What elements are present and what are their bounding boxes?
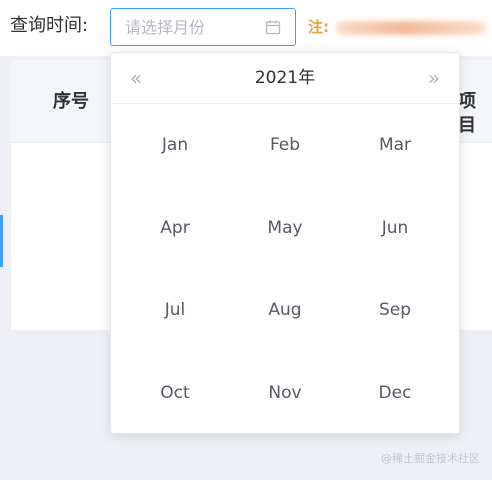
month-picker-popup: « 2021年 » Jan Feb Mar Apr May Jun Jul Au…	[110, 52, 460, 434]
month-cell-jan[interactable]: Jan	[120, 104, 230, 187]
month-input-field[interactable]	[111, 9, 275, 45]
month-cell-oct[interactable]: Oct	[120, 352, 230, 435]
query-time-label: 查询时间:	[10, 15, 89, 36]
side-accent-bar	[0, 215, 3, 267]
month-select-input[interactable]	[110, 8, 296, 46]
month-cell-apr[interactable]: Apr	[120, 187, 230, 270]
month-cell-dec[interactable]: Dec	[340, 352, 450, 435]
column-header-index: 序号	[53, 91, 89, 112]
query-bar: 查询时间: 注:	[0, 0, 492, 56]
year-label[interactable]: 2021年	[111, 66, 459, 90]
month-cell-jul[interactable]: Jul	[120, 269, 230, 352]
month-cell-aug[interactable]: Aug	[230, 269, 340, 352]
picker-header: « 2021年 »	[111, 53, 459, 104]
month-cell-may[interactable]: May	[230, 187, 340, 270]
month-cell-sep[interactable]: Sep	[340, 269, 450, 352]
watermark: @稀土掘金技术社区	[381, 452, 480, 465]
month-grid: Jan Feb Mar Apr May Jun Jul Aug Sep Oct …	[120, 104, 450, 434]
month-cell-nov[interactable]: Nov	[230, 352, 340, 435]
month-cell-mar[interactable]: Mar	[340, 104, 450, 187]
month-cell-jun[interactable]: Jun	[340, 187, 450, 270]
column-header-project: 项目	[458, 91, 476, 136]
month-cell-feb[interactable]: Feb	[230, 104, 340, 187]
note-label: 注:	[308, 18, 329, 36]
next-year-icon[interactable]: »	[421, 65, 447, 91]
calendar-icon[interactable]	[265, 19, 281, 35]
blurred-note-text	[336, 21, 486, 35]
